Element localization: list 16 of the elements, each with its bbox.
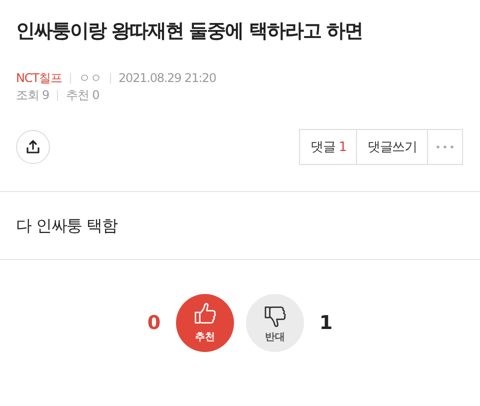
post-date: 2021.08.29 21:20	[118, 70, 216, 87]
share-icon	[26, 140, 40, 154]
upvote-button[interactable]: 추천	[176, 294, 234, 352]
more-icon	[436, 145, 454, 149]
post-body: 다 인싸퉁 택함	[15, 215, 119, 237]
share-button[interactable]	[16, 130, 50, 164]
author-name[interactable]: NCT칠프	[16, 70, 62, 87]
write-comment-button[interactable]: 댓글쓰기	[356, 129, 428, 165]
downvote-button[interactable]: 반대	[246, 294, 304, 352]
post-title: 인싸퉁이랑 왕따재현 둘중에 택하라고 하면	[16, 19, 364, 44]
comments-button[interactable]: 댓글 1	[299, 129, 358, 165]
nickname: ㅇㅇ	[78, 70, 102, 87]
downvote-count: 1	[318, 312, 334, 334]
like-count: 추천 0	[66, 87, 100, 104]
upvote-count: 0	[146, 312, 162, 334]
view-count: 조회 9	[16, 87, 50, 104]
